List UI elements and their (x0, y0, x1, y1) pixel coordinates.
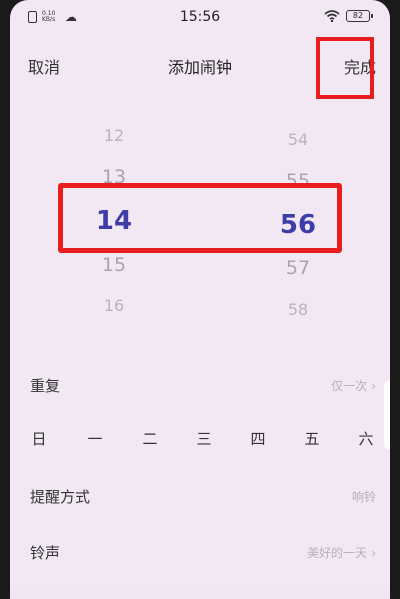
done-highlight-annotation (316, 37, 374, 99)
hour-option[interactable]: 12 (74, 126, 154, 145)
hour-option[interactable]: 16 (74, 296, 154, 315)
weekday-wed[interactable]: 三 (189, 428, 219, 449)
weekday-sat[interactable]: 六 (351, 428, 381, 449)
weekday-sun[interactable]: 日 (24, 428, 54, 449)
wifi-icon (324, 10, 340, 22)
chevron-right-icon: › (371, 546, 376, 560)
weekday-fri[interactable]: 五 (297, 428, 327, 449)
ringtone-row[interactable]: 铃声 美好的一天 › (10, 538, 390, 568)
weekday-tue[interactable]: 二 (135, 428, 165, 449)
hour-option[interactable]: 15 (74, 254, 154, 276)
status-right: 82 (324, 10, 373, 22)
reminder-value: 响铃 (351, 490, 376, 504)
reminder-row[interactable]: 提醒方式 响铃 (10, 482, 390, 512)
minute-option[interactable]: 58 (258, 300, 338, 319)
reminder-label: 提醒方式 (30, 488, 91, 506)
battery-icon: 82 (346, 10, 373, 22)
minute-option[interactable]: 54 (258, 130, 338, 149)
next-row-edge (10, 590, 390, 599)
weekday-selector: 日 一 二 三 四 五 六 (10, 428, 390, 452)
ringtone-value: 美好的一天 › (307, 544, 376, 561)
status-bar: 0.10 KB/s ☁ 15:56 82 (10, 0, 390, 36)
ringtone-label: 铃声 (30, 544, 61, 562)
minute-option[interactable]: 57 (258, 257, 338, 279)
ringtone-value-text: 美好的一天 (307, 546, 368, 560)
repeat-value: 仅一次 › (331, 377, 376, 394)
weekday-thu[interactable]: 四 (243, 428, 273, 449)
repeat-value-text: 仅一次 (331, 379, 368, 393)
repeat-label: 重复 (30, 377, 61, 395)
repeat-row[interactable]: 重复 仅一次 › (10, 371, 390, 401)
chevron-right-icon: › (371, 379, 376, 393)
side-drag-handle[interactable] (384, 380, 390, 450)
weekday-mon[interactable]: 一 (80, 428, 110, 449)
time-highlight-annotation (58, 183, 342, 253)
